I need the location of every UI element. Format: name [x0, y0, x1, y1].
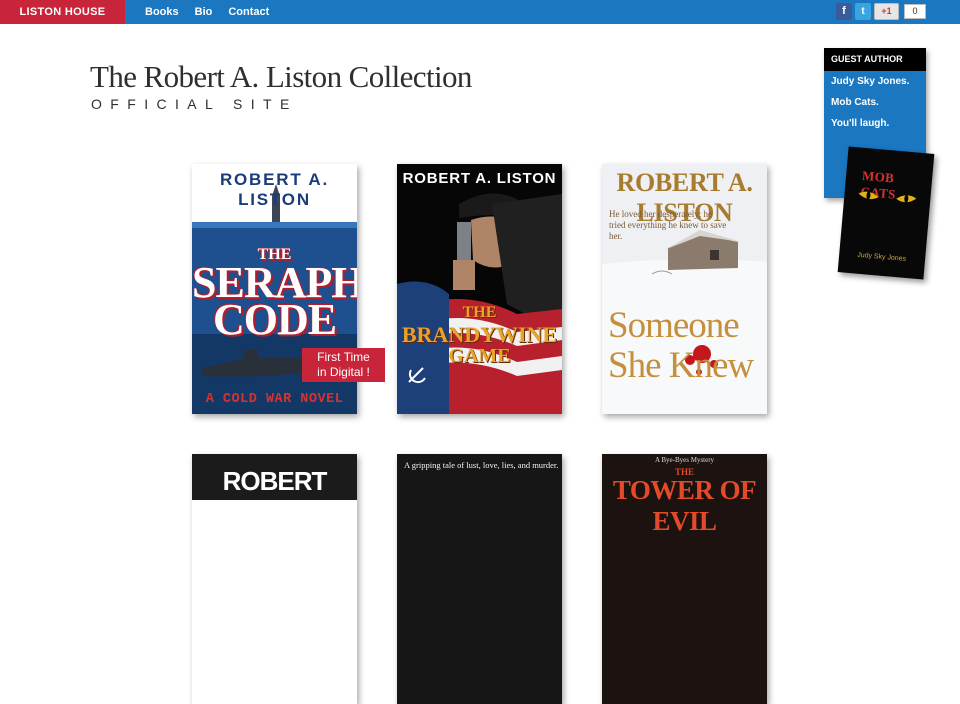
book-title-line: CODE	[212, 295, 337, 344]
book-author: ROBERT A.LISTON	[218, 466, 332, 527]
guest-author-line[interactable]: Mob Cats.	[824, 92, 926, 113]
share-count: 0	[904, 4, 926, 19]
social-share-bar: f t +1 0	[836, 3, 926, 20]
book-blurb: He loved her desperately; he tried every…	[609, 209, 727, 241]
book-tagline: A COLD WAR NOVEL	[205, 392, 344, 407]
nav-link-bio[interactable]: Bio	[195, 0, 213, 24]
guest-author-line[interactable]: Judy Sky Jones.	[824, 71, 926, 92]
book-series: A Bye-Byes Mystery	[654, 456, 715, 464]
book-cover-row2-2[interactable]: A gripping tale of lust, love, lies, and…	[397, 454, 562, 704]
flag-and-gunman-illustration	[397, 164, 562, 414]
guest-author-line[interactable]: You'll laugh.	[824, 113, 926, 134]
google-plus-one-button[interactable]: +1	[874, 3, 899, 20]
book-title-line: TOWER OF EVIL	[612, 475, 757, 536]
book-author: ROBERT A. LISTON	[402, 170, 557, 187]
facebook-icon[interactable]: f	[836, 3, 852, 20]
book-title-line: GAME	[448, 345, 511, 367]
book-cover-tower-of-evil[interactable]: A Bye-Byes Mystery THE TOWER OF EVIL	[602, 454, 767, 704]
nav-link-books[interactable]: Books	[145, 0, 179, 24]
cat-eyes-icon	[858, 191, 917, 203]
book-title-line: Someone	[608, 305, 740, 346]
main-nav: Books Bio Contact	[145, 0, 269, 24]
site-title: The Robert A. Liston Collection	[90, 59, 472, 94]
book-cover-brandywine-game[interactable]: ROBERT A. LISTON THE BRANDYWINE GAME	[397, 164, 562, 414]
book-title-line: THE	[462, 304, 497, 321]
guest-author-heading: GUEST AUTHOR	[824, 48, 926, 71]
book-cover-row2-1[interactable]: ROBERT A.LISTON	[192, 454, 357, 704]
mob-cats-author: Judy Sky Jones	[856, 251, 907, 263]
nav-link-contact[interactable]: Contact	[228, 0, 269, 24]
first-time-digital-badge: First Time in Digital !	[302, 348, 385, 382]
book-author: ROBERT A. LISTON	[219, 170, 330, 209]
book-cover-someone-she-knew[interactable]: ROBERT A. LISTON He loved her desperatel…	[602, 164, 767, 414]
brand-logo-link[interactable]: LISTON HOUSE	[0, 0, 125, 24]
book-tagline: A gripping tale of lust, love, lies, and…	[404, 460, 559, 470]
mob-cats-book-cover[interactable]: MOB CATS Judy Sky Jones	[837, 146, 935, 280]
site-subtitle: OFFICIAL SITE	[91, 96, 298, 112]
book-title-line: She Knew	[608, 345, 754, 386]
top-navigation-bar: LISTON HOUSE Books Bio Contact f t +1 0	[0, 0, 960, 24]
twitter-icon[interactable]: t	[855, 3, 871, 20]
badge-line: in Digital !	[317, 365, 370, 379]
badge-line: First Time	[317, 350, 370, 364]
